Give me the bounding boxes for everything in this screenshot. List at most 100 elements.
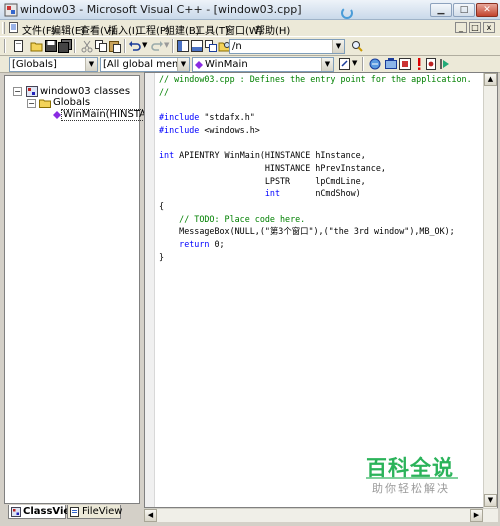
code-line[interactable]: #include "stdafx.h" bbox=[159, 111, 255, 123]
code-comment: // window03.cpp : Defines the entry poin… bbox=[159, 74, 472, 84]
redo-icon[interactable] bbox=[150, 39, 164, 53]
go-icon[interactable] bbox=[438, 57, 452, 71]
editor-gutter[interactable] bbox=[145, 73, 155, 507]
search-icon[interactable] bbox=[350, 39, 364, 53]
code-line[interactable]: MessageBox(NULL,("第3个窗口"),("the 3rd wind… bbox=[159, 225, 455, 237]
busy-spinner-icon bbox=[341, 7, 353, 19]
tree-collapse-toggle[interactable]: − bbox=[13, 87, 22, 96]
save-all-icon[interactable] bbox=[58, 39, 72, 53]
code-line[interactable]: #include <windows.h> bbox=[159, 124, 260, 136]
undo-icon[interactable] bbox=[128, 39, 142, 53]
find-combo-value: /n bbox=[232, 41, 242, 52]
paste-icon[interactable] bbox=[108, 39, 122, 53]
toolbar-separator bbox=[124, 39, 126, 53]
member-combo-value: WinMain bbox=[205, 59, 248, 70]
undo-dropdown-icon[interactable]: ▼ bbox=[142, 41, 147, 49]
code-line[interactable]: int APIENTRY WinMain(HINSTANCE hInstance… bbox=[159, 149, 366, 161]
code-text: 0; bbox=[209, 239, 225, 250]
standard-toolbar: ▼ ▼ /n ▼ bbox=[0, 36, 500, 56]
globals-folder-icon bbox=[39, 99, 51, 108]
copy-icon[interactable] bbox=[94, 39, 108, 53]
menu-bar: 文件(F) 编辑(E) 查看(V) 插入(I) 工程(P) 组建(B) 工具(T… bbox=[0, 20, 500, 37]
menu-grip[interactable] bbox=[2, 22, 5, 34]
menu-help[interactable]: 帮助(H) bbox=[255, 22, 290, 37]
code-editor[interactable]: // window03.cpp : Defines the entry poin… bbox=[144, 72, 498, 508]
tab-fileview[interactable]: FileView bbox=[67, 505, 123, 519]
minimize-button[interactable]: ▁ bbox=[430, 3, 452, 17]
code-line[interactable]: LPSTR lpCmdLine, bbox=[159, 175, 366, 187]
code-line[interactable]: // window03.cpp : Defines the entry poin… bbox=[159, 73, 472, 85]
wizard-action-dropdown-icon[interactable]: ▼ bbox=[352, 59, 357, 67]
toolbar-grip[interactable] bbox=[4, 39, 6, 53]
watermark-underline bbox=[366, 477, 458, 479]
code-text: HINSTANCE hPrevInstance, bbox=[159, 162, 386, 173]
title-bar[interactable]: window03 - Microsoft Visual C++ - [windo… bbox=[0, 0, 500, 20]
stop-build-icon[interactable] bbox=[398, 57, 412, 71]
scroll-right-button[interactable]: ▶ bbox=[470, 509, 483, 522]
classes-folder-icon bbox=[26, 86, 38, 97]
method-icon bbox=[53, 111, 61, 119]
save-icon[interactable] bbox=[44, 39, 58, 53]
member-combo[interactable]: WinMain ▼ bbox=[192, 57, 334, 72]
tab-classview[interactable]: ClassView bbox=[8, 505, 79, 519]
code-text: APIENTRY WinMain(HINSTANCE hInstance, bbox=[174, 150, 366, 161]
class-combo[interactable]: [Globals] ▼ bbox=[9, 57, 98, 72]
cut-icon[interactable] bbox=[80, 39, 94, 53]
code-line[interactable]: { bbox=[159, 200, 164, 212]
filter-combo[interactable]: [All global members ▼ bbox=[100, 57, 190, 72]
code-keyword: #include bbox=[159, 124, 200, 135]
maximize-button[interactable]: □ bbox=[453, 3, 475, 17]
window-title: window03 - Microsoft Visual C++ - [windo… bbox=[20, 3, 302, 16]
chevron-down-icon[interactable]: ▼ bbox=[177, 58, 189, 71]
toolbar-separator bbox=[172, 39, 174, 53]
chevron-down-icon[interactable]: ▼ bbox=[321, 58, 333, 71]
scroll-down-button[interactable]: ▼ bbox=[484, 494, 497, 507]
open-folder-icon[interactable] bbox=[30, 39, 44, 53]
code-text: LPSTR lpCmdLine, bbox=[159, 175, 366, 186]
tab-fileview-label: FileView bbox=[82, 506, 123, 517]
method-icon bbox=[195, 61, 203, 69]
mdi-restore-button[interactable]: □ bbox=[469, 22, 481, 33]
output-icon[interactable] bbox=[190, 39, 204, 53]
document-icon[interactable] bbox=[8, 22, 19, 33]
fileview-icon bbox=[70, 507, 79, 517]
workspace-icon[interactable] bbox=[176, 39, 190, 53]
code-line[interactable]: } bbox=[159, 251, 164, 263]
scroll-left-button[interactable]: ◀ bbox=[144, 509, 157, 522]
code-line[interactable]: // TODO: Place code here. bbox=[159, 213, 305, 225]
insert-breakpoint-icon[interactable] bbox=[424, 57, 438, 71]
wizard-action-icon[interactable] bbox=[338, 57, 352, 71]
menu-tools[interactable]: 工具(T) bbox=[195, 22, 229, 37]
toolbar-separator bbox=[74, 39, 76, 53]
code-line[interactable]: return 0; bbox=[159, 238, 225, 250]
compile-icon[interactable] bbox=[368, 57, 382, 71]
code-text: { bbox=[159, 201, 165, 211]
workspace-pane[interactable]: − window03 classes − Globals WinMain(HIN… bbox=[4, 75, 163, 517]
scroll-up-button[interactable]: ▲ bbox=[484, 73, 497, 86]
code-text: "stdafx.h" bbox=[199, 112, 255, 123]
chevron-down-icon[interactable]: ▼ bbox=[332, 40, 344, 53]
code-keyword: #include bbox=[159, 112, 200, 123]
chevron-down-icon[interactable]: ▼ bbox=[85, 58, 97, 71]
find-combo[interactable]: /n ▼ bbox=[229, 39, 345, 54]
code-line[interactable]: // bbox=[159, 86, 169, 98]
code-comment: // TODO: Place code here. bbox=[159, 213, 306, 224]
workspace-tabs: ClassView FileView bbox=[4, 503, 140, 519]
tree-globals-label[interactable]: Globals bbox=[53, 97, 90, 109]
close-button[interactable]: ✕ bbox=[476, 3, 498, 17]
horizontal-scrollbar[interactable]: ◀ ▶ bbox=[144, 508, 498, 522]
code-keyword: return bbox=[179, 239, 210, 250]
build-icon[interactable] bbox=[384, 57, 398, 71]
code-line[interactable]: int nCmdShow) bbox=[159, 187, 361, 199]
new-file-icon[interactable] bbox=[12, 39, 26, 53]
vertical-scrollbar[interactable]: ▲ ▼ bbox=[483, 73, 497, 509]
code-line[interactable]: HINSTANCE hPrevInstance, bbox=[159, 162, 386, 174]
mdi-minimize-button[interactable]: _ bbox=[455, 22, 467, 33]
tree-collapse-toggle[interactable]: − bbox=[27, 99, 36, 108]
mdi-close-button[interactable]: x bbox=[483, 22, 495, 33]
window-list-icon[interactable] bbox=[204, 39, 218, 53]
redo-dropdown-icon[interactable]: ▼ bbox=[164, 41, 169, 49]
menu-insert[interactable]: 插入(I) bbox=[108, 22, 139, 37]
wizard-bar: [Globals] ▼ [All global members ▼ WinMai… bbox=[0, 56, 500, 73]
